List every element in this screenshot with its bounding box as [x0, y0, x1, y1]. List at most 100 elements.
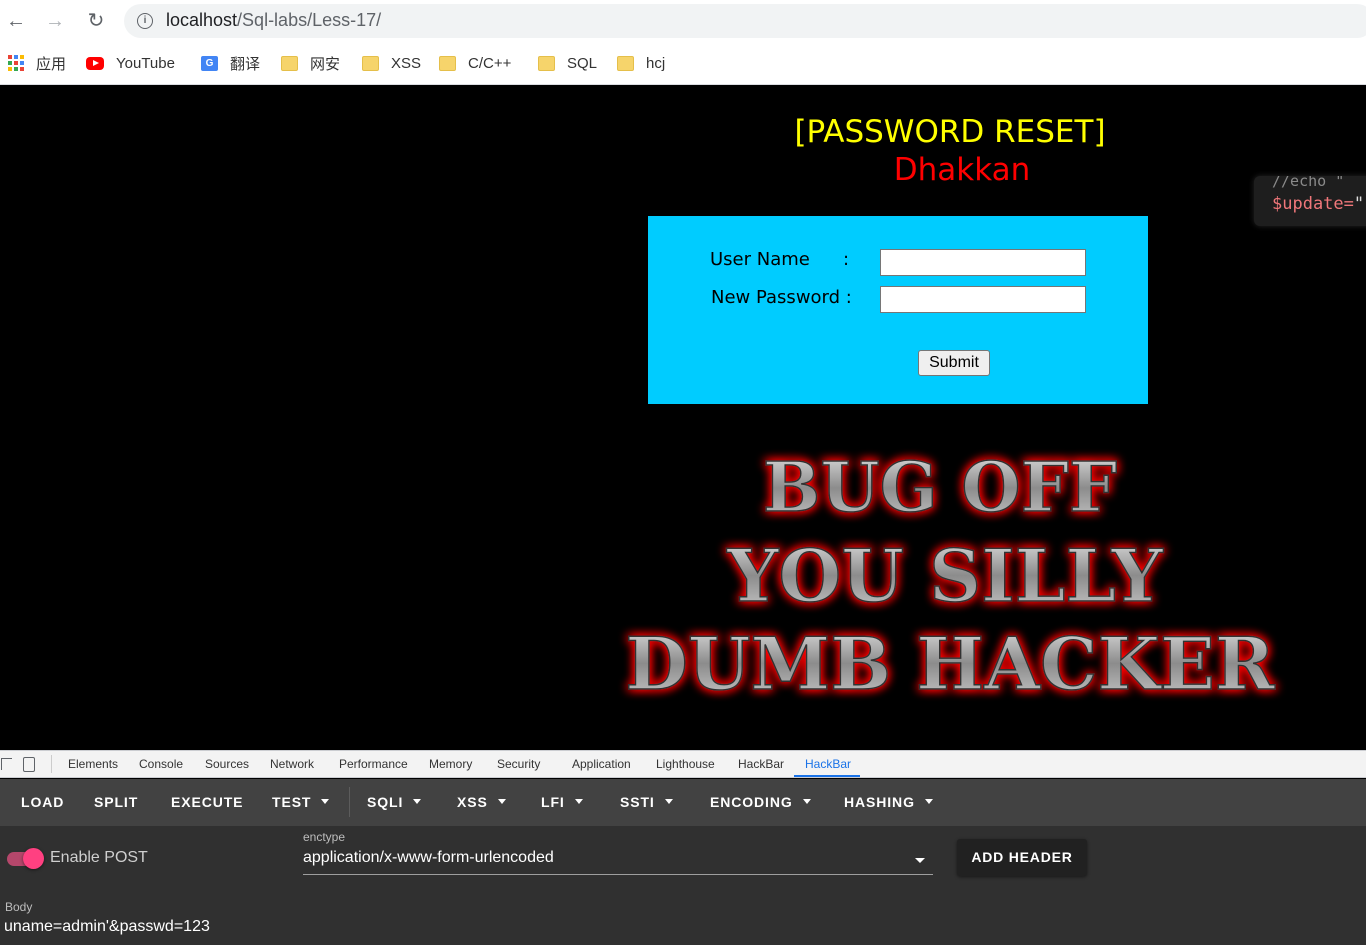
bookmark-label: 网安: [310, 55, 341, 73]
bug-off-banner-image: BUG OFF YOU SILLY DUMB HACKER: [625, 447, 1277, 706]
bookmark-label: SQL: [567, 54, 598, 72]
bookmark-label: C/C++: [468, 54, 512, 72]
browser-toolbar: ← → ↻ i localhost/Sql-labs/Less-17/: [0, 0, 1366, 42]
toggle-knob[interactable]: [23, 848, 44, 869]
tab-network[interactable]: Network: [270, 757, 314, 771]
code-var: $update=: [1272, 194, 1354, 214]
new-password-input[interactable]: [880, 286, 1086, 313]
bookmarks-bar: 应用 YouTube G 翻译 网安 XSS C/C++ SQL hcj: [0, 42, 1366, 85]
tab-sources[interactable]: Sources: [205, 757, 249, 771]
bookmark-apps[interactable]: 应用: [8, 52, 66, 74]
execute-button[interactable]: EXECUTE: [171, 794, 243, 810]
code-update-line: $update=": [1272, 194, 1364, 214]
devtools-divider: [51, 755, 52, 773]
caret-down-icon: [574, 798, 583, 804]
tab-memory[interactable]: Memory: [429, 757, 472, 771]
device-toolbar-icon[interactable]: [23, 757, 35, 772]
ssti-menu[interactable]: SSTI: [620, 794, 673, 810]
folder-icon: [362, 55, 379, 71]
sqli-menu[interactable]: SQLI: [367, 794, 422, 810]
bookmark-label: XSS: [391, 54, 422, 72]
xss-menu[interactable]: XSS: [457, 794, 506, 810]
enctype-value: application/x-www-form-urlencoded: [303, 849, 554, 866]
caret-down-icon: [413, 798, 422, 804]
menu-label: LFI: [541, 794, 565, 810]
test-menu[interactable]: TEST: [272, 794, 330, 810]
apps-grid-icon: [8, 55, 24, 71]
menu-label: HASHING: [844, 794, 915, 810]
tab-security[interactable]: Security: [497, 757, 540, 771]
menu-label: SQLI: [367, 794, 404, 810]
enctype-select[interactable]: application/x-www-form-urlencoded: [303, 848, 933, 875]
bookmark-folder-sql[interactable]: SQL: [538, 52, 597, 74]
banner-line-1: BUG OFF: [763, 448, 1117, 528]
banner-line-3: DUMB HACKER: [625, 621, 1276, 706]
enable-post-label: Enable POST: [50, 849, 148, 866]
bookmark-label: YouTube: [116, 54, 175, 72]
bookmark-label: hcj: [646, 54, 666, 72]
forward-icon[interactable]: →: [42, 8, 68, 34]
url-text[interactable]: localhost/Sql-labs/Less-17/: [166, 10, 381, 31]
body-label: Body: [5, 900, 33, 914]
caret-down-icon: [497, 798, 506, 804]
tab-hackbar-1[interactable]: HackBar: [738, 757, 784, 771]
new-password-label: New Password :: [711, 287, 852, 308]
tab-elements[interactable]: Elements: [68, 757, 118, 771]
body-textarea[interactable]: uname=admin'&passwd=123: [4, 918, 210, 936]
split-button[interactable]: SPLIT: [94, 794, 138, 810]
bookmark-folder-hcj[interactable]: hcj: [617, 52, 665, 74]
address-bar[interactable]: i localhost/Sql-labs/Less-17/: [124, 4, 1366, 38]
bookmark-folder-xss[interactable]: XSS: [362, 52, 421, 74]
menu-label: LOAD: [21, 794, 65, 810]
caret-down-icon: [664, 798, 673, 804]
hackbar-panel: Enable POST enctype application/x-www-fo…: [0, 826, 1366, 945]
tab-lighthouse[interactable]: Lighthouse: [656, 757, 715, 771]
submit-button[interactable]: Submit: [918, 350, 990, 376]
folder-icon: [439, 55, 456, 71]
menu-label: ENCODING: [710, 794, 793, 810]
hashing-menu[interactable]: HASHING: [844, 794, 933, 810]
back-icon[interactable]: ←: [3, 8, 29, 34]
menu-divider: [349, 787, 350, 817]
password-reset-form: User Name : New Password : Submit: [648, 216, 1148, 404]
username-colon: :: [843, 249, 850, 270]
url-host: localhost: [166, 10, 238, 30]
lfi-menu[interactable]: LFI: [541, 794, 583, 810]
tab-console[interactable]: Console: [139, 757, 183, 771]
username-label: User Name: [710, 249, 810, 270]
reload-icon[interactable]: ↻: [83, 8, 109, 34]
page-subtitle: Dhakkan: [893, 152, 1031, 188]
bookmark-youtube[interactable]: YouTube: [86, 52, 175, 74]
tab-hackbar-2[interactable]: HackBar: [805, 757, 851, 771]
bookmark-translate[interactable]: G 翻译: [201, 52, 260, 74]
menu-label: SSTI: [620, 794, 655, 810]
site-info-icon[interactable]: i: [137, 13, 153, 29]
devtools-icons: [0, 757, 48, 773]
menu-label: EXECUTE: [171, 794, 244, 810]
code-string: ": [1353, 194, 1365, 214]
folder-icon: [281, 55, 298, 71]
bookmark-folder-wangan[interactable]: 网安: [281, 52, 340, 74]
tab-application[interactable]: Application: [572, 757, 631, 771]
caret-down-icon: [802, 798, 811, 804]
enctype-label: enctype: [303, 830, 346, 844]
youtube-icon: [86, 56, 104, 70]
page-title: [PASSWORD RESET]: [794, 114, 1106, 150]
url-path: /Sql-labs/Less-17/: [237, 10, 382, 30]
caret-down-icon: [924, 798, 933, 804]
folder-icon: [617, 55, 634, 71]
username-input[interactable]: [880, 249, 1086, 276]
code-snippet-overlay: //echo " $update=": [1254, 176, 1366, 226]
inspect-element-icon[interactable]: [1, 758, 12, 770]
banner-line-2: YOU SILLY: [726, 533, 1164, 618]
folder-icon: [538, 55, 555, 71]
bookmark-folder-cpp[interactable]: C/C++: [439, 52, 511, 74]
tab-performance[interactable]: Performance: [339, 757, 408, 771]
code-comment-line: //echo ": [1272, 176, 1345, 190]
load-button[interactable]: LOAD: [21, 794, 64, 810]
add-header-button[interactable]: ADD HEADER: [957, 839, 1087, 876]
menu-label: SPLIT: [94, 794, 139, 810]
bookmark-label: 翻译: [230, 55, 261, 73]
encoding-menu[interactable]: ENCODING: [710, 794, 811, 810]
page-content: [PASSWORD RESET] Dhakkan //echo " $updat…: [0, 86, 1366, 750]
